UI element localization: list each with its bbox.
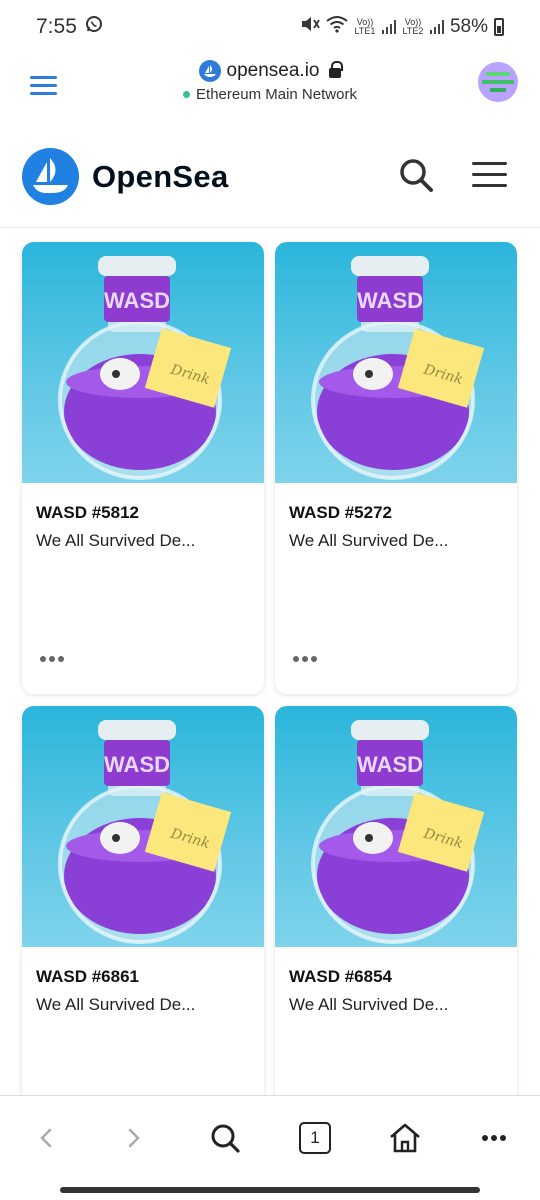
url-line: opensea.io — [198, 60, 344, 82]
status-time: 7:55 — [36, 15, 77, 38]
nft-title: WASD #6861 — [36, 967, 139, 986]
back-icon — [40, 1128, 52, 1148]
gesture-bar[interactable] — [60, 1187, 480, 1193]
svg-text:WASD: WASD — [104, 752, 170, 777]
wifi-icon — [326, 15, 348, 39]
search-icon — [211, 1124, 240, 1153]
site-url: opensea.io — [226, 60, 320, 81]
battery-percent: 58% — [449, 16, 488, 37]
forward-icon — [128, 1128, 140, 1148]
nft-title: WASD #5272 — [289, 503, 392, 522]
svg-text:WASD: WASD — [104, 288, 170, 313]
network-indicator: Ethereum Main Network — [183, 86, 357, 103]
browser-nav: 1 — [0, 1095, 540, 1180]
status-bar: 7:55 Vo)) LTE1 Vo)) LTE2 58% — [0, 0, 540, 54]
nft-title: WASD #6854 — [289, 967, 392, 986]
lock-icon — [329, 61, 344, 78]
site-favicon-icon — [198, 60, 221, 82]
nft-card[interactable]: WASD Drink WASD #5812 We All Survived De… — [22, 242, 264, 694]
network-status-dot — [183, 91, 191, 98]
url-block[interactable]: opensea.io Ethereum Main Network — [0, 60, 540, 103]
signal-icon — [381, 20, 396, 34]
nft-image: WASD Drink — [22, 706, 264, 947]
sim1-label: Vo)) LTE1 — [354, 17, 376, 36]
network-name: Ethereum Main Network — [196, 86, 357, 103]
nft-card[interactable]: WASD Drink WASD #6854 We All Survived De… — [275, 706, 517, 1095]
home-icon — [390, 1123, 420, 1153]
nft-grid: WASD Drink WASD #5812 We All Survived De… — [0, 228, 540, 1095]
sim2-label: Vo)) LTE2 — [402, 17, 424, 36]
menu-button[interactable] — [472, 162, 507, 188]
back-button[interactable] — [24, 1116, 68, 1160]
more-options-icon[interactable] — [40, 656, 66, 664]
more-icon — [482, 1135, 506, 1141]
brand-name[interactable]: OpenSea — [92, 159, 228, 195]
nft-image: WASD Drink — [22, 242, 264, 483]
whatsapp-icon — [85, 15, 103, 39]
nft-collection: We All Survived De... — [36, 995, 196, 1014]
svg-text:WASD: WASD — [357, 752, 423, 777]
browser-search-button[interactable] — [203, 1116, 247, 1160]
wallet-header: opensea.io Ethereum Main Network — [0, 54, 540, 126]
svg-text:WASD: WASD — [357, 288, 423, 313]
nft-collection: We All Survived De... — [289, 531, 449, 550]
opensea-navbar: OpenSea — [0, 126, 540, 228]
more-button[interactable] — [472, 1116, 516, 1160]
account-avatar[interactable] — [478, 62, 518, 102]
more-options-icon[interactable] — [293, 656, 319, 664]
nft-collection: We All Survived De... — [289, 995, 449, 1014]
search-icon — [400, 159, 433, 192]
status-left: 7:55 — [36, 15, 103, 39]
tabs-button[interactable]: 1 — [293, 1116, 337, 1160]
status-right: Vo)) LTE1 Vo)) LTE2 58% — [300, 15, 504, 39]
search-button[interactable] — [398, 157, 434, 193]
mute-icon — [300, 15, 320, 39]
forward-button[interactable] — [112, 1116, 156, 1160]
nft-card[interactable]: WASD Drink WASD #5272 We All Survived De… — [275, 242, 517, 694]
opensea-logo-icon[interactable] — [22, 148, 79, 205]
nft-title: WASD #5812 — [36, 503, 139, 522]
home-button[interactable] — [383, 1116, 427, 1160]
battery-icon — [494, 18, 504, 36]
nft-collection: We All Survived De... — [36, 531, 196, 550]
nft-image: WASD Drink — [275, 242, 517, 483]
nft-image: WASD Drink — [275, 706, 517, 947]
nft-card[interactable]: WASD Drink WASD #6861 We All Survived De… — [22, 706, 264, 1095]
signal-icon — [429, 20, 444, 34]
tabs-icon: 1 — [299, 1122, 331, 1154]
